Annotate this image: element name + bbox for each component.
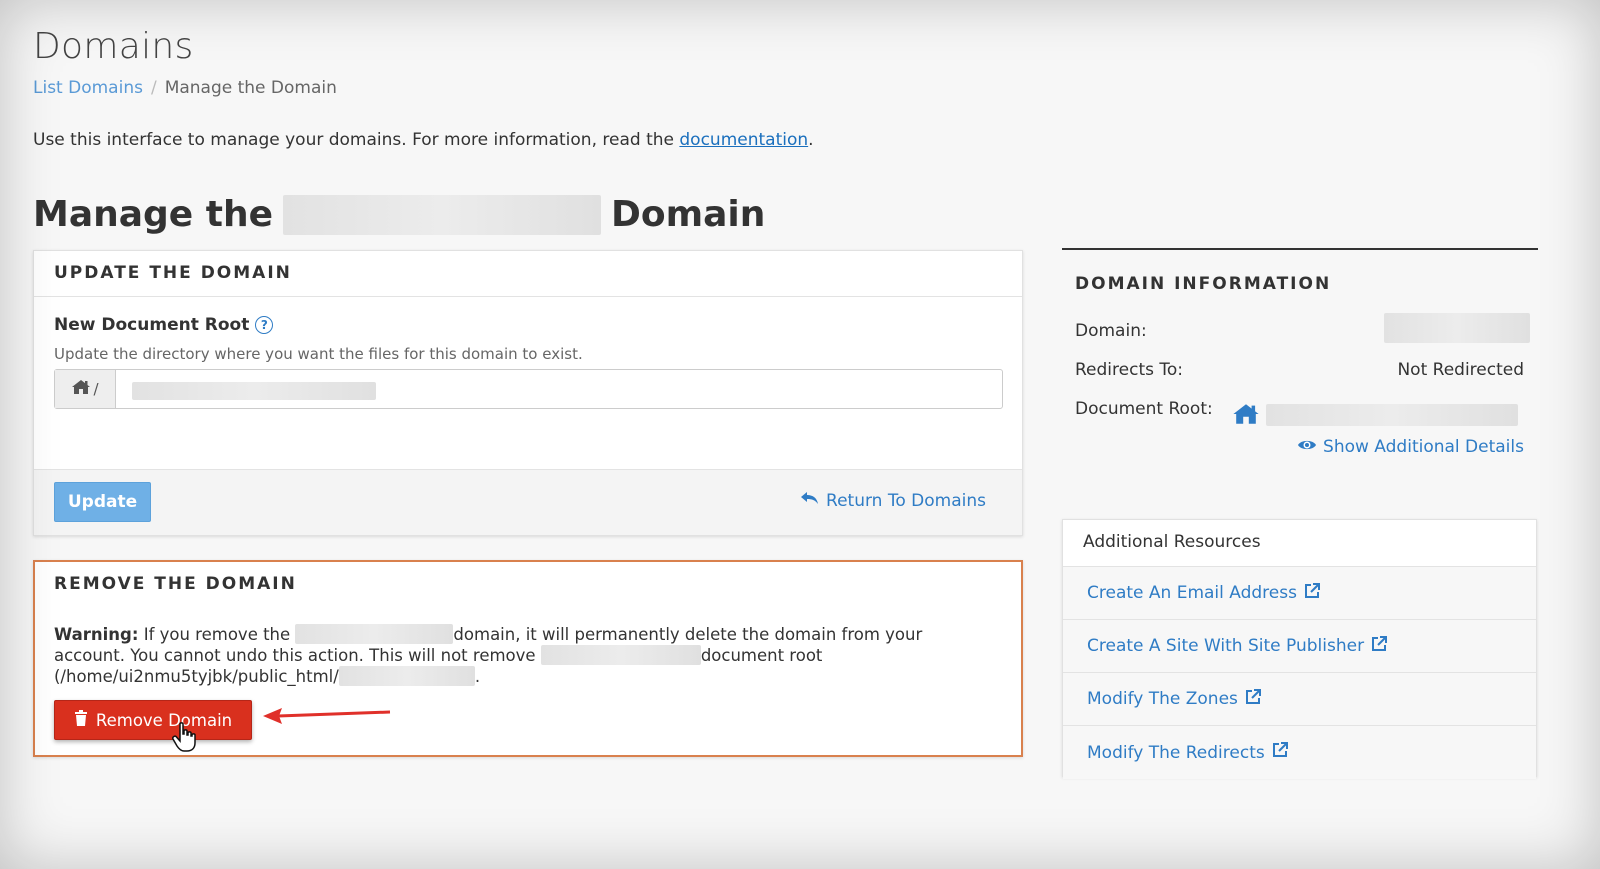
- manage-title-suffix: Domain: [611, 194, 766, 235]
- return-arrow-icon: [800, 490, 820, 511]
- resource-site-publisher[interactable]: Create A Site With Site Publisher: [1063, 620, 1536, 673]
- intro-text-body: Use this interface to manage your domain…: [33, 130, 680, 150]
- external-link-icon: [1370, 635, 1388, 658]
- additional-resources-panel: Additional Resources Create An Email Add…: [1062, 519, 1537, 779]
- info-divider: [1062, 248, 1538, 250]
- help-icon[interactable]: ?: [255, 316, 274, 334]
- redacted-input-value: [132, 382, 376, 400]
- domain-label: Domain:: [1075, 321, 1147, 341]
- resource-modify-zones[interactable]: Modify The Zones: [1063, 673, 1536, 726]
- field-help-text: Update the directory where you want the …: [54, 345, 583, 363]
- redirects-label: Redirects To:: [1075, 360, 1183, 380]
- manage-title-prefix: Manage the: [33, 194, 274, 235]
- update-button[interactable]: Update: [54, 482, 151, 522]
- redacted-domain: [295, 624, 454, 644]
- redacted-domain-value: [1384, 313, 1530, 343]
- warning-label: Warning:: [54, 625, 139, 644]
- update-domain-panel: UPDATE THE DOMAIN New Document Root ? Up…: [33, 250, 1023, 536]
- manage-domain-title: Manage the Domain: [33, 194, 765, 235]
- hand-cursor-icon: [172, 722, 198, 756]
- eye-icon: [1297, 437, 1317, 457]
- update-panel-footer: Update Return To Domains: [34, 469, 1022, 535]
- return-link-label: Return To Domains: [826, 490, 986, 511]
- document-root-input[interactable]: [116, 370, 1002, 408]
- new-document-root-label: New Document Root ?: [54, 315, 274, 335]
- document-root-label: Document Root:: [1075, 399, 1213, 419]
- home-dir-addon: /: [55, 370, 116, 408]
- trash-icon: [74, 710, 88, 730]
- show-additional-details-link[interactable]: Show Additional Details: [1297, 437, 1524, 457]
- breadcrumb-list-domains[interactable]: List Domains: [33, 78, 143, 98]
- resources-heading: Additional Resources: [1063, 520, 1536, 567]
- warning-part-4: .: [474, 667, 481, 686]
- breadcrumb: List Domains / Manage the Domain: [33, 78, 337, 98]
- intro-text: Use this interface to manage your domain…: [33, 130, 814, 150]
- warning-part-1: If you remove the: [143, 625, 291, 644]
- resource-label: Create A Site With Site Publisher: [1087, 636, 1365, 656]
- redacted-domain-2: [540, 645, 701, 665]
- home-icon: [1232, 402, 1260, 430]
- document-root-input-group: /: [54, 369, 1003, 409]
- new-document-root-label-text: New Document Root: [54, 315, 250, 335]
- resource-create-email[interactable]: Create An Email Address: [1063, 567, 1536, 620]
- annotation-arrow: [260, 700, 394, 734]
- resource-label: Modify The Redirects: [1087, 742, 1265, 763]
- external-link-icon: [1303, 582, 1321, 605]
- redacted-path: [338, 666, 475, 686]
- remove-panel-heading: REMOVE THE DOMAIN: [54, 574, 297, 594]
- home-icon: [71, 379, 91, 399]
- documentation-link[interactable]: documentation: [679, 130, 808, 150]
- redacted-docroot-value: [1266, 404, 1518, 426]
- addon-slash: /: [93, 380, 99, 398]
- update-panel-heading: UPDATE THE DOMAIN: [34, 251, 1022, 297]
- external-link-icon: [1271, 741, 1289, 764]
- resource-modify-redirects[interactable]: Modify The Redirects: [1063, 726, 1536, 779]
- remove-domain-button[interactable]: Remove Domain: [54, 700, 252, 740]
- page-title: Domains: [33, 26, 194, 67]
- resource-label: Create An Email Address: [1087, 583, 1297, 603]
- breadcrumb-current: Manage the Domain: [164, 78, 337, 98]
- resource-label: Modify The Zones: [1087, 689, 1238, 709]
- external-link-icon: [1244, 688, 1262, 711]
- breadcrumb-separator: /: [150, 78, 157, 98]
- redirects-value: Not Redirected: [1397, 360, 1524, 380]
- return-to-domains-link[interactable]: Return To Domains: [800, 490, 986, 511]
- remove-domain-label: Remove Domain: [95, 710, 233, 730]
- domain-info-heading: DOMAIN INFORMATION: [1075, 274, 1332, 294]
- intro-text-end: .: [808, 130, 814, 150]
- remove-warning-text: Warning: If you remove the domain, it wi…: [54, 624, 984, 687]
- redacted-domain-name: [283, 194, 602, 235]
- show-details-label: Show Additional Details: [1323, 437, 1524, 457]
